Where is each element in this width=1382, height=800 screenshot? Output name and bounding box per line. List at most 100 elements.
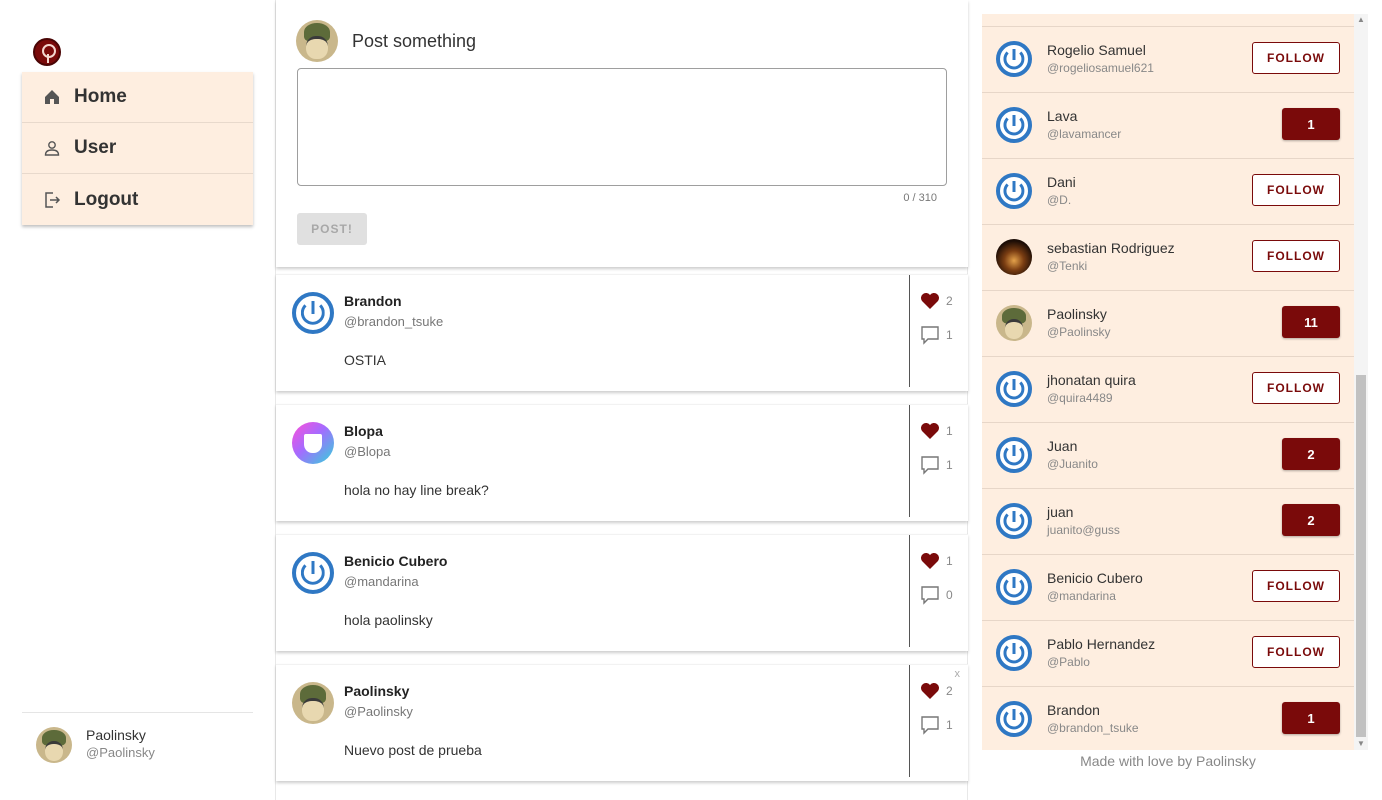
users-panel[interactable]: Rogelio Samuel @rogeliosamuel621 FOLLOW … [982,14,1354,750]
follow-button[interactable]: FOLLOW [1252,570,1340,602]
follow-button[interactable]: FOLLOW [1252,240,1340,272]
nav-item-home[interactable]: Home [22,72,253,123]
avatar[interactable] [292,682,334,724]
avatar[interactable] [996,635,1032,671]
avatar [36,727,72,763]
heart-icon[interactable] [920,292,940,310]
user-name[interactable]: sebastian Rodriguez [1047,240,1175,256]
comment-icon[interactable] [920,715,940,735]
comment-count: 1 [946,718,953,732]
user-handle: @Pablo [1047,655,1090,669]
following-count-button[interactable]: 1 [1282,108,1340,140]
avatar[interactable] [996,503,1032,539]
avatar[interactable] [996,437,1032,473]
scroll-down-arrow-icon[interactable]: ▼ [1357,740,1365,748]
following-count-button[interactable]: 2 [1282,504,1340,536]
user-name[interactable]: Benicio Cubero [1047,570,1143,586]
user-row: Dani @D. FOLLOW [982,158,1354,224]
user-row: Benicio Cubero @mandarina FOLLOW [982,554,1354,620]
avatar[interactable] [292,422,334,464]
like-control[interactable]: 2 [920,682,953,700]
avatar[interactable] [996,41,1032,77]
post-divider [909,665,910,777]
user-name[interactable]: juan [1047,504,1073,520]
heart-icon[interactable] [920,552,940,570]
home-icon [42,87,62,107]
comment-icon[interactable] [920,325,940,345]
post-handle: @brandon_tsuke [344,314,444,329]
avatar[interactable] [996,173,1032,209]
heart-icon[interactable] [920,422,940,440]
following-count-button[interactable]: 2 [1282,438,1340,470]
user-name[interactable]: Paolinsky [1047,306,1107,322]
post-author[interactable]: Blopa [344,423,383,439]
user-name[interactable]: jhonatan quira [1047,372,1136,388]
follow-button[interactable]: FOLLOW [1252,636,1340,668]
user-handle: @D. [1047,193,1072,207]
nav-label: Logout [74,188,139,210]
footer-text: Made with love by Paolinsky [1080,753,1256,769]
composer-title: Post something [352,30,477,51]
post-handle: @Paolinsky [344,704,413,719]
scrollbar-thumb[interactable] [1356,375,1366,737]
left-sidebar: Home User Logout Paolinsky @Paolinsky [0,0,276,800]
like-control[interactable]: 1 [920,422,953,440]
post-composer: Post something 0 / 310 POST! [276,0,968,267]
scroll-up-arrow-icon[interactable]: ▲ [1357,16,1365,24]
comment-control[interactable]: 1 [920,715,953,735]
avatar[interactable] [996,569,1032,605]
nav-label: User [74,137,117,158]
user-row: Pablo Hernandez @Pablo FOLLOW [982,620,1354,686]
post-author[interactable]: Paolinsky [344,683,409,699]
nav-label: Home [74,86,127,107]
following-count-button[interactable]: 1 [1282,702,1340,734]
current-user-handle: @Paolinsky [86,745,155,760]
user-name[interactable]: Rogelio Samuel [1047,42,1146,58]
avatar[interactable] [996,371,1032,407]
avatar[interactable] [996,239,1032,275]
post-handle: @Blopa [344,444,391,459]
post-author[interactable]: Brandon [344,293,402,309]
avatar[interactable] [996,701,1032,737]
current-user-card[interactable]: Paolinsky @Paolinsky [22,712,253,763]
user-name[interactable]: Pablo Hernandez [1047,636,1155,652]
app-logo-icon[interactable] [33,38,61,66]
follow-button[interactable]: FOLLOW [1252,42,1340,74]
user-name[interactable]: Lava [1047,108,1077,124]
user-handle: @Juanito [1047,457,1098,471]
post-body: hola no hay line break? [344,482,489,498]
post-divider [909,275,910,387]
comment-control[interactable]: 1 [920,325,953,345]
user-name[interactable]: Juan [1047,438,1077,454]
comment-control[interactable]: 0 [920,585,953,605]
avatar[interactable] [292,552,334,594]
nav-item-user[interactable]: User [22,123,253,174]
following-count-button[interactable]: 11 [1282,306,1340,338]
user-row: Juan @Juanito 2 [982,422,1354,488]
follow-button[interactable]: FOLLOW [1252,174,1340,206]
comment-icon[interactable] [920,585,940,605]
avatar[interactable] [292,292,334,334]
user-name[interactable]: Brandon [1047,702,1100,718]
post-button[interactable]: POST! [297,213,367,245]
avatar[interactable] [996,305,1032,341]
delete-post-button[interactable]: x [955,668,961,680]
like-count: 1 [946,554,953,568]
heart-icon[interactable] [920,682,940,700]
user-handle: @mandarina [1047,589,1116,603]
avatar[interactable] [996,107,1032,143]
like-control[interactable]: 2 [920,292,953,310]
nav-item-logout[interactable]: Logout [22,174,253,225]
follow-button[interactable]: FOLLOW [1252,372,1340,404]
user-row: Lava @lavamancer 1 [982,92,1354,158]
like-count: 2 [946,294,953,308]
user-name[interactable]: Dani [1047,174,1076,190]
post-card: Benicio Cubero @mandarina hola paolinsky… [276,534,968,651]
post-textarea[interactable] [297,68,947,186]
user-handle: @Tenki [1047,259,1088,273]
comment-icon[interactable] [920,455,940,475]
comment-control[interactable]: 1 [920,455,953,475]
like-control[interactable]: 1 [920,552,953,570]
post-author[interactable]: Benicio Cubero [344,553,447,569]
comment-count: 1 [946,328,953,342]
